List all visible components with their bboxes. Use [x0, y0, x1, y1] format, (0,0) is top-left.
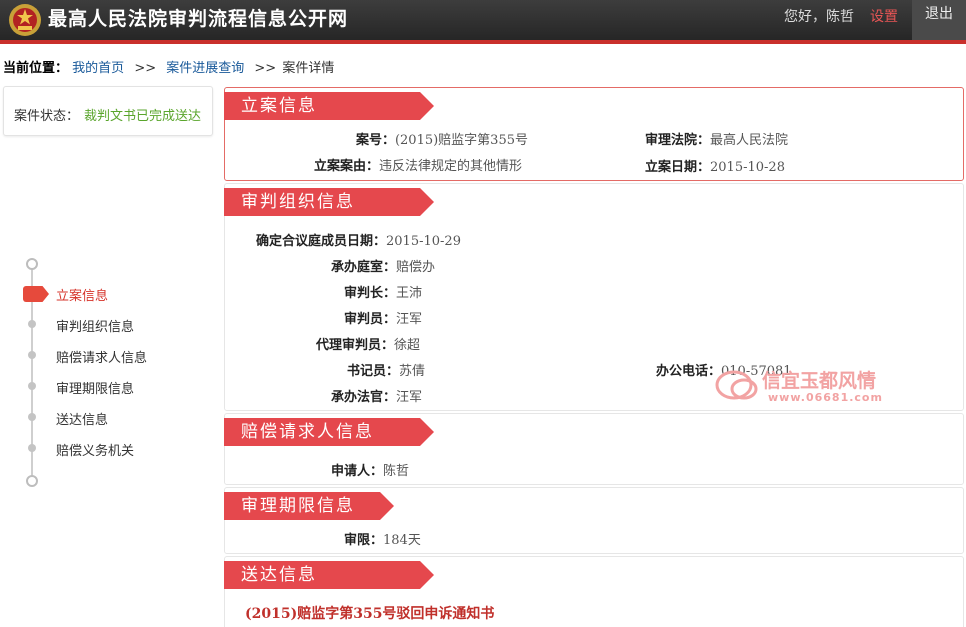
- chamber-field: 承办庭室：赔偿办: [331, 256, 435, 275]
- breadcrumb-separator: >>: [134, 61, 157, 76]
- trial-limit-label: 审限：: [344, 533, 384, 548]
- logout-button[interactable]: 退出: [912, 0, 966, 40]
- sidebar-item-delivery[interactable]: 送达信息: [56, 409, 108, 428]
- case-status-box: 案件状态： 裁判文书已完成送达: [3, 86, 213, 136]
- sidenav-dot-icon: [28, 320, 36, 328]
- sidenav-end-circle-icon: [26, 475, 38, 487]
- judge-field: 审判员：汪军: [344, 308, 422, 327]
- term-panel-title: 审理期限信息: [224, 492, 394, 520]
- sidenav-dot-icon: [28, 413, 36, 421]
- watermark-text: 信宜玉都风情: [762, 370, 877, 392]
- filing-date-value: 2015-10-28: [710, 160, 785, 175]
- case-number-field: 案号：(2015)赔监字第355号: [260, 129, 528, 148]
- clerk-value: 苏倩: [399, 364, 426, 379]
- clerk-field: 书记员：苏倩: [347, 360, 425, 379]
- site-title: 最高人民法院审判流程信息公开网: [48, 8, 349, 30]
- sidebar-item-claimant[interactable]: 赔偿请求人信息: [56, 347, 147, 366]
- case-number-value: (2015)赔监字第355号: [394, 133, 528, 148]
- applicant-field: 申请人：陈哲: [331, 460, 409, 479]
- case-status-label: 案件状态：: [14, 109, 80, 124]
- collegial-date-field: 确定合议庭成员日期：2015-10-29: [256, 230, 461, 249]
- court-label: 审理法院：: [645, 133, 711, 148]
- court-emblem-icon: [9, 4, 41, 36]
- sidenav-dot-icon: [28, 382, 36, 390]
- claimant-panel-title: 赔偿请求人信息: [224, 418, 434, 446]
- delivery-panel-title: 送达信息: [224, 561, 434, 589]
- handling-judge-value: 汪军: [396, 390, 423, 405]
- sidenav-start-circle-icon: [26, 258, 38, 270]
- sidebar-item-term[interactable]: 审理期限信息: [56, 378, 134, 397]
- filing-date-label: 立案日期：: [645, 160, 711, 175]
- chief-judge-label: 审判长：: [344, 286, 397, 301]
- case-cause-label: 立案案由：: [314, 159, 380, 174]
- collegial-date-value: 2015-10-29: [386, 234, 461, 249]
- trial-limit-value: 184天: [383, 533, 421, 548]
- court-value: 最高人民法院: [710, 133, 789, 148]
- acting-judge-value: 徐超: [394, 338, 421, 353]
- sidebar-item-tribunal[interactable]: 审判组织信息: [56, 316, 134, 335]
- sidebar-item-obligor[interactable]: 赔偿义务机关: [56, 440, 134, 459]
- case-number-label: 案号：: [355, 133, 395, 148]
- breadcrumb-separator: >>: [254, 61, 277, 76]
- breadcrumb-title: 当前位置：: [3, 61, 69, 76]
- tribunal-panel-title: 审判组织信息: [224, 188, 434, 216]
- judge-value: 汪军: [396, 312, 423, 327]
- case-cause-field: 立案案由：违反法律规定的其他情形: [314, 155, 522, 174]
- sidenav-dot-icon: [28, 351, 36, 359]
- sidenav-dot-icon: [28, 444, 36, 452]
- delivered-document-title[interactable]: (2015)赔监字第355号驳回申诉通知书: [245, 603, 494, 623]
- breadcrumb-progress-link[interactable]: 案件进展查询: [166, 61, 244, 76]
- case-status-value: 裁判文书已完成送达: [84, 109, 202, 124]
- chief-judge-value: 王沛: [396, 286, 423, 301]
- sidebar-item-filing[interactable]: 立案信息: [56, 285, 108, 304]
- filing-date-field: 立案日期：2015-10-28: [645, 156, 785, 175]
- breadcrumb-current: 案件详情: [282, 61, 335, 76]
- applicant-label: 申请人：: [331, 464, 384, 479]
- acting-judge-label: 代理审判员：: [316, 338, 395, 353]
- trial-limit-field: 审限：184天: [344, 529, 421, 548]
- term-panel: 审理期限信息: [224, 487, 964, 554]
- chamber-value: 赔偿办: [396, 260, 436, 275]
- watermark-url: www.06681.com: [768, 391, 883, 404]
- breadcrumb-home-link[interactable]: 我的首页: [72, 61, 124, 76]
- user-greeting: 您好，陈哲: [784, 9, 854, 25]
- top-bar: 最高人民法院审判流程信息公开网 您好，陈哲 设置 退出: [0, 0, 966, 40]
- handling-judge-label: 承办法官：: [331, 390, 397, 405]
- chief-judge-field: 审判长：王沛: [344, 282, 422, 301]
- case-cause-value: 违反法律规定的其他情形: [379, 159, 523, 174]
- chamber-label: 承办庭室：: [331, 260, 397, 275]
- acting-judge-field: 代理审判员：徐超: [316, 334, 420, 353]
- court-field: 审理法院：最高人民法院: [645, 129, 788, 148]
- collegial-date-label: 确定合议庭成员日期：: [256, 234, 387, 249]
- handling-judge-field: 承办法官：汪军: [331, 386, 422, 405]
- breadcrumb: 当前位置： 我的首页 >> 案件进展查询 >> 案件详情: [3, 57, 334, 76]
- applicant-value: 陈哲: [383, 464, 410, 479]
- active-arrow-icon: [23, 286, 49, 302]
- judge-label: 审判员：: [344, 312, 397, 327]
- clerk-label: 书记员：: [347, 364, 400, 379]
- topbar-accent-line: [0, 40, 966, 44]
- filing-panel-title: 立案信息: [224, 92, 434, 120]
- settings-link[interactable]: 设置: [870, 6, 898, 26]
